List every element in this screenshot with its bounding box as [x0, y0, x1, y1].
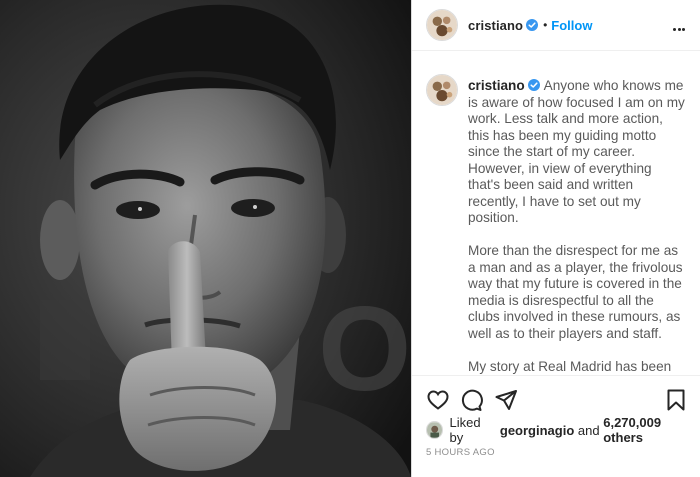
likes-summary: Liked by georginagio and 6,270,009 other…	[426, 415, 700, 445]
caption-paragraph: cristiano Anyone who knows me is aware of…	[468, 78, 687, 227]
header-username[interactable]: cristiano	[468, 18, 523, 33]
post-image: O	[0, 0, 411, 477]
likes-prefix: Liked by	[449, 415, 481, 445]
profile-avatar[interactable]	[426, 9, 458, 41]
likes-joiner: and	[577, 422, 600, 438]
post-side-panel: cristiano • Follow cristiano Anyone who …	[411, 0, 700, 477]
caption-paragraph-3: My story at Real Madrid has been written…	[468, 358, 672, 374]
separator-dot: •	[543, 18, 548, 32]
follow-button[interactable]: Follow	[551, 18, 592, 33]
post-header: cristiano • Follow	[412, 0, 700, 51]
post-timestamp[interactable]: 5 HOURS AGO	[426, 447, 495, 458]
share-icon[interactable]	[494, 388, 518, 412]
post-actions-area: Liked by georginagio and 6,270,009 other…	[412, 375, 700, 477]
bookmark-icon[interactable]	[664, 388, 688, 412]
more-options-icon[interactable]	[673, 18, 689, 32]
heart-icon[interactable]	[426, 388, 450, 412]
photo-lettering: O	[318, 282, 411, 416]
post-caption: cristiano Anyone who knows me is aware of…	[412, 52, 700, 374]
caption-paragraph-1: Anyone who knows me is aware of how focu…	[468, 78, 685, 225]
liker-avatar[interactable]	[426, 421, 444, 439]
caption-paragraph-2: More than the disrespect for me as a man…	[468, 243, 683, 341]
caption-username[interactable]: cristiano	[468, 78, 525, 93]
verified-badge-icon	[527, 79, 540, 91]
post-photo[interactable]: O	[0, 0, 411, 477]
verified-badge-icon	[526, 19, 539, 31]
comment-icon[interactable]	[459, 388, 483, 412]
action-bar	[426, 388, 688, 414]
instagram-post: O cristiano • Follow cristiano Anyone wh…	[0, 0, 700, 477]
caption-avatar[interactable]	[426, 74, 458, 106]
caption-text: cristiano Anyone who knows me is aware of…	[468, 78, 687, 374]
likes-count-link[interactable]: 6,270,009 others	[603, 415, 700, 445]
liker-username[interactable]: georginagio	[500, 423, 574, 438]
